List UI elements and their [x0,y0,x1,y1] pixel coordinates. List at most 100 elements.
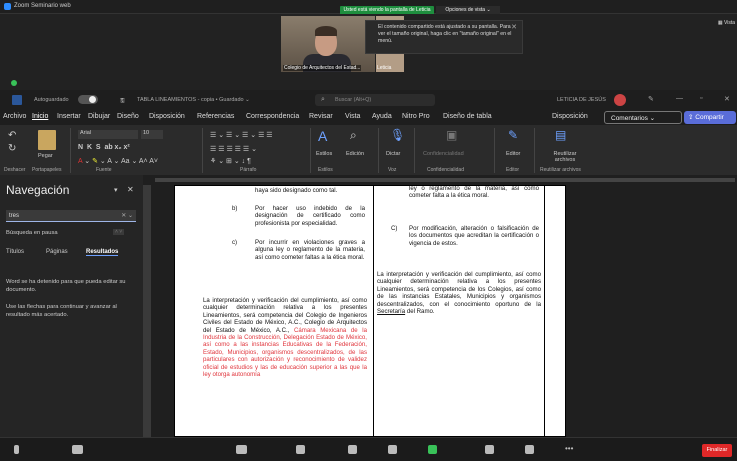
status-dot-icon [11,80,17,86]
reactions-icon[interactable] [485,445,494,454]
autosave-label: Autoguardado [34,97,69,103]
group-label-reuse: Reutilizar archivos [540,167,581,173]
tab-disposicion[interactable]: Disposición [149,113,185,120]
group-label-undo: Deshacer [4,167,26,173]
chevron-down-icon[interactable]: ▾ [114,186,118,194]
bold-icon[interactable]: N K S ab x₂ x² [78,144,130,151]
search-icon: ⌕ [321,96,325,103]
right-item-c[interactable]: Por modificación, alteración o falsifica… [409,225,539,247]
result-nav-arrows[interactable]: ˄ ˅ [113,229,125,235]
participants-icon[interactable] [236,445,247,454]
document-title[interactable]: TABLA LINEAMIENTOS - copia • Guardado ⌄ [137,97,250,103]
avatar[interactable] [614,94,626,106]
font-color-icon[interactable]: A ⌄ ✎ ⌄ A ⌄ Aa ⌄ A˄ A˅ [78,157,158,165]
paste-button[interactable]: Pegar [38,153,53,159]
editor-icon[interactable]: ✎ [508,128,518,142]
microphone-icon[interactable] [14,445,19,454]
fit-to-screen-tooltip: El contenido compartido está ajustado a … [365,20,523,54]
left-paragraph[interactable]: La interpretación y verificación del cum… [203,297,367,378]
styles-button[interactable]: Estilos [316,151,332,157]
participant-video-main[interactable]: Colegio de Arquitectos del Estad... [281,16,375,72]
dictate-button[interactable]: Dictar [386,151,400,157]
tab-insertar[interactable]: Insertar [57,113,81,120]
apps-icon[interactable] [525,445,534,454]
close-icon[interactable]: ✕ [511,24,517,31]
view-button[interactable]: ▦ Vista [718,20,735,26]
participant-name: Colegio de Arquitectos del Estad... [283,65,362,71]
restore-icon[interactable]: ▫ [700,95,702,102]
left-col-top-text[interactable]: haya sido designado como tal. [255,187,365,194]
tab-ayuda[interactable]: Ayuda [372,113,392,120]
search-placeholder: Buscar (Alt+Q) [335,97,372,103]
group-label-editor: Editor [506,167,520,173]
left-item-c[interactable]: Por incurrir en violaciones graves a alg… [255,239,365,261]
undo-icon[interactable]: ↶ [8,130,16,141]
save-icon[interactable]: 🖫 [120,97,125,106]
editor-button[interactable]: Editor [506,151,520,157]
sensitivity-button[interactable]: Confidencialidad [423,151,464,157]
paste-icon[interactable] [38,130,56,150]
highlighted-red-text: Cámara Mexicana de la Industria de la Co… [203,326,367,379]
find-icon[interactable]: ⌕ [350,128,357,143]
finish-button[interactable]: Finalizar [702,444,732,457]
group-label-voice: Voz [388,167,397,173]
styles-icon[interactable]: A [318,128,327,144]
clear-search-icon[interactable]: ✕ ⌄ [121,212,133,219]
video-camera-icon[interactable] [72,445,83,454]
navigation-search-input[interactable]: tres ✕ ⌄ [6,210,136,222]
editing-button[interactable]: Edición [346,151,364,157]
comments-button[interactable]: Comentarios ⌄ [604,111,682,124]
qa-icon[interactable] [388,445,397,454]
bullets-icon[interactable]: ☰ ⌄ ☰ ⌄ ☰ ⌄ ☰ ☰ [210,131,273,139]
close-window-icon[interactable]: ✕ [724,95,730,103]
chat-icon[interactable] [296,445,305,454]
tab-disposicion-tabla[interactable]: Disposición [552,113,588,120]
redo-icon[interactable]: ↻ [8,143,16,154]
search-box[interactable]: ⌕ Buscar (Alt+Q) [315,94,435,106]
tab-diseno-tabla[interactable]: Diseño de tabla [443,113,492,120]
group-label-styles: Estilos [318,167,333,173]
polls-icon[interactable] [348,445,357,454]
tab-headings[interactable]: Títulos [6,249,24,255]
close-icon[interactable]: ✕ [127,185,134,194]
tab-inicio[interactable]: Inicio [32,113,48,120]
horizontal-ruler[interactable] [143,175,737,185]
microphone-icon[interactable]: 🎙 [390,128,405,142]
align-icon[interactable]: ☰ ☰ ☰ ☰ ☰ ⌄ [210,145,257,153]
share-button[interactable]: ⇪ Compartir [684,111,736,124]
more-icon[interactable]: ••• [565,444,573,453]
sensitivity-icon[interactable]: ▣ [446,128,457,142]
shading-icon[interactable]: ⚘ ⌄ ⊞ ⌄ ↓ ¶ [210,157,251,165]
right-paragraph[interactable]: La interpretación y verificación del cum… [377,271,541,315]
tab-results[interactable]: Resultados [86,249,119,256]
pen-icon[interactable]: ✎ [648,95,654,103]
left-item-b[interactable]: Por hacer uso indebido de la designación… [255,205,365,227]
search-status: Búsqueda en pausa [6,230,58,236]
reuse-files-icon[interactable]: ▤ [555,128,566,142]
font-size-select[interactable]: 10 [141,130,163,139]
tab-vista[interactable]: Vista [345,113,360,120]
reuse-files-button[interactable]: Reutilizar archivos [545,151,585,163]
tab-revisar[interactable]: Revisar [309,113,333,120]
tab-nitro-pro[interactable]: Nitro Pro [402,113,430,120]
tab-archivo[interactable]: Archivo [3,113,26,120]
user-name: LETICIA DE JESÚS [557,97,606,103]
zoom-window-title: Zoom Seminario web [14,3,71,9]
right-col-top-text[interactable]: ley o reglamento de la materia, así como… [409,185,539,200]
link-secretaria[interactable]: Secretaría [377,308,405,315]
zoom-toolbar: ••• Finalizar [0,437,737,461]
tab-correspondencia[interactable]: Correspondencia [246,113,299,120]
tab-pages[interactable]: Páginas [46,249,68,255]
tab-dibujar[interactable]: Dibujar [88,113,110,120]
group-label-sensitivity: Confidencialidad [427,167,464,173]
navigation-title: Navegación [6,183,70,197]
vertical-ruler[interactable] [143,185,151,437]
tab-diseno[interactable]: Diseño [117,113,139,120]
ribbon-tabs: Archivo Inicio Insertar Dibujar Diseño D… [0,110,737,125]
minimize-icon[interactable]: — [676,95,683,102]
tab-referencias[interactable]: Referencias [197,113,234,120]
document-page[interactable]: haya sido designado como tal. b) Por hac… [174,185,566,437]
font-name-select[interactable]: Arial [78,130,138,139]
autosave-toggle[interactable] [78,95,98,104]
share-screen-icon[interactable] [428,445,437,454]
